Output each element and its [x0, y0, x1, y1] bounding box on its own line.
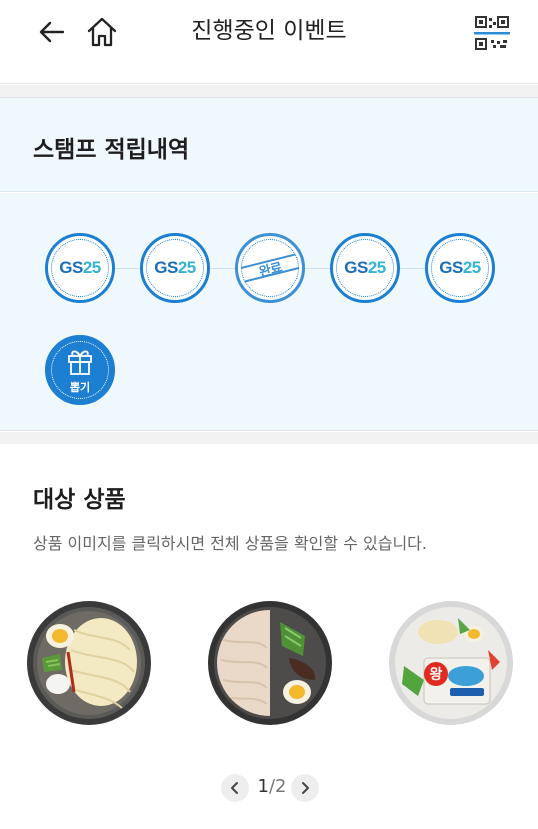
stamp-gs25: GS 25: [425, 233, 495, 303]
completed-label: 완료: [257, 258, 284, 280]
products-section-description: 상품 이미지를 클릭하시면 전체 상품을 확인할 수 있습니다.: [33, 534, 427, 553]
stamp-gs25: GS 25: [140, 233, 210, 303]
current-page: 1: [257, 776, 269, 797]
qr-code-button[interactable]: [472, 14, 512, 52]
app-header: 진행중인 이벤트: [0, 0, 538, 84]
product-pager: 1/2: [0, 774, 538, 804]
page-indicator: 1/2: [252, 776, 292, 797]
stamp-completed: 완료: [235, 233, 305, 303]
chevron-right-icon: [302, 782, 309, 794]
section-divider: [0, 432, 538, 444]
stamp-section-header: 스탬프 적립내역: [0, 97, 538, 192]
gift-draw-label: 뽑기: [69, 381, 91, 394]
product-image-1[interactable]: [26, 600, 152, 726]
next-page-button[interactable]: [291, 774, 319, 802]
products-section-title: 대상 상품: [33, 487, 126, 513]
section-divider: [0, 85, 538, 97]
stamp-brand-text: GS: [154, 258, 178, 277]
page-title: 진행중인 이벤트: [191, 18, 347, 44]
stamp-brand-text: GS: [59, 258, 83, 277]
stamp-brand-number: 25: [367, 258, 386, 277]
stamp-brand-number: 25: [82, 258, 101, 277]
product-image-3[interactable]: 왕: [388, 600, 514, 726]
stamp-gs25: GS 25: [330, 233, 400, 303]
qr-code-icon: [474, 16, 510, 50]
chevron-left-icon: [231, 782, 238, 794]
stamp-section-title: 스탬프 적립내역: [33, 137, 190, 163]
stamp-brand-text: GS: [439, 258, 463, 277]
gift-draw-button[interactable]: 뽑기: [45, 335, 115, 405]
stamp-brand-text: GS: [344, 258, 368, 277]
stamp-board: GS 25 GS 25 완료 GS 25 GS 25 뽑기: [0, 193, 538, 431]
product-image-2[interactable]: [207, 600, 333, 726]
product-3-badge: 왕: [430, 667, 443, 683]
prev-page-button[interactable]: [221, 774, 249, 802]
stamp-brand-number: 25: [462, 258, 481, 277]
gift-box-icon: [68, 350, 92, 375]
total-pages: 2: [275, 776, 287, 797]
stamp-gs25: GS 25: [45, 233, 115, 303]
stamp-brand-number: 25: [177, 258, 196, 277]
